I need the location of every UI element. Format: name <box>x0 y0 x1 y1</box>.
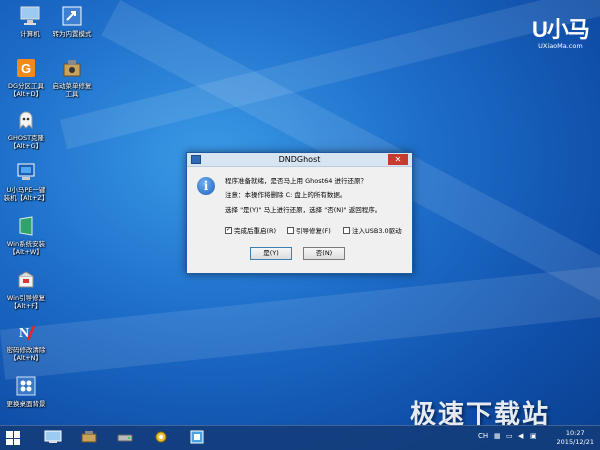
start-button[interactable] <box>6 431 20 445</box>
reboot-checkbox[interactable]: ✓ 完成后重启(R) <box>225 225 276 235</box>
close-button[interactable]: ✕ <box>388 154 408 165</box>
windows-logo-icon <box>13 438 20 445</box>
dialog-titlebar[interactable]: DNDGhost ✕ <box>187 153 412 167</box>
tray-display-icon[interactable]: ▭ <box>506 432 513 440</box>
windows-logo-icon <box>6 438 13 445</box>
taskbar-app-icon[interactable] <box>186 430 208 447</box>
clock-time: 10:27 <box>565 429 585 437</box>
brand-logo-url: UXiaoMa.com <box>538 42 583 50</box>
dialog-message-line2: 注意：本操作将删除 C: 盘上的所有数据。 <box>225 191 347 199</box>
wallpaper-ray <box>0 256 600 380</box>
taskbar-tool-icon[interactable] <box>78 430 100 447</box>
checkbox-label: 注入USB3.0驱动 <box>352 227 402 235</box>
svg-text:G: G <box>21 61 31 76</box>
checkbox-label: 引导修复(F) <box>296 227 331 235</box>
info-icon: i <box>197 177 215 195</box>
desktop-icon-label: 启动菜单修复 工具 <box>52 82 92 98</box>
desktop-icon-boot-menu-repair[interactable]: 启动菜单修复 工具 <box>44 56 100 98</box>
windows-logo-icon <box>6 431 13 438</box>
desktop-icon-label: 密码修改清除 【Alt+N】 <box>6 346 46 362</box>
brand-logo-text: U小马 <box>532 17 590 42</box>
desktop-icon-win-install[interactable]: Win系统安装 【Alt+W】 <box>0 214 54 256</box>
boot-repair-icon <box>60 56 84 80</box>
brand-logo: U小马 UXiaoMa.com <box>532 12 590 50</box>
usb3-driver-checkbox[interactable]: 注入USB3.0驱动 <box>343 225 402 235</box>
password-icon: N <box>14 320 38 344</box>
desktop-icon-builtin-mode[interactable]: 转为内置模式 <box>44 4 100 38</box>
desktop-icon-win-boot-fix[interactable]: Win引导修复 【Alt+F】 <box>0 268 54 310</box>
input-language-indicator[interactable]: CH <box>478 432 488 440</box>
desktop-icon-label: Win引导修复 【Alt+F】 <box>6 294 46 310</box>
desktop-icon-password-clear[interactable]: N 密码修改清除 【Alt+N】 <box>0 320 54 362</box>
dialog-message-line1: 程序准备就绪，是否马上用 Ghost64 进行还原？ <box>225 177 367 185</box>
wallpaper-icon <box>14 374 38 398</box>
no-button[interactable]: 否(N) <box>303 247 345 260</box>
ghost-icon <box>14 108 38 132</box>
taskbar-computer-icon[interactable] <box>42 430 64 447</box>
dialog-message-line3: 选择 "是(Y)" 马上进行还原，选择 "否(N)" 返回程序。 <box>225 206 382 214</box>
tray-volume-icon[interactable]: ◀ <box>518 432 523 440</box>
desktop-icon-label: 转为内置模式 <box>52 30 92 38</box>
desktop-icon-ghost[interactable]: GHOST克隆 【Alt+G】 <box>0 108 54 150</box>
installer-icon <box>14 160 38 184</box>
taskbar-disk-icon[interactable] <box>114 430 136 447</box>
desktop-icon-label: 更换桌面背景 <box>6 400 46 408</box>
checkbox-box[interactable] <box>343 226 350 234</box>
win-boot-fix-icon <box>14 268 38 292</box>
desktop-icon-one-click-install[interactable]: U小马PE一键 装机【Alt+Z】 <box>0 160 54 202</box>
taskbar-clock[interactable]: 10:27 2015/12/21 <box>557 429 594 447</box>
win-install-icon <box>14 214 38 238</box>
windows-logo-icon <box>13 431 20 438</box>
tray-network-icon[interactable]: ▦ <box>494 432 501 440</box>
desktop-icon-label: Win系统安装 【Alt+W】 <box>6 240 46 256</box>
boot-repair-checkbox[interactable]: 引导修复(F) <box>287 225 331 235</box>
dndghost-dialog: DNDGhost ✕ i 程序准备就绪，是否马上用 Ghost64 进行还原？ … <box>186 152 413 274</box>
desktop-icon-label: U小马PE一键 装机【Alt+Z】 <box>3 186 49 202</box>
desktop-icon-label: GHOST克隆 【Alt+G】 <box>7 134 45 150</box>
checkbox-box[interactable] <box>287 226 294 234</box>
partition-tool-icon: G <box>14 56 38 80</box>
tray-power-icon[interactable]: ▣ <box>530 432 537 440</box>
checkbox-box[interactable]: ✓ <box>225 226 232 234</box>
dialog-title: DNDGhost <box>278 155 321 164</box>
taskbar-settings-icon[interactable] <box>150 430 172 447</box>
checkbox-label: 完成后重启(R) <box>234 227 277 235</box>
computer-icon <box>18 4 42 28</box>
yes-button[interactable]: 是(Y) <box>250 247 292 260</box>
clock-date: 2015/12/21 <box>556 438 594 446</box>
shortcut-icon <box>60 4 84 28</box>
taskbar: CH ▦ ▭ ◀ ▣ 10:27 2015/12/21 <box>0 425 600 450</box>
desktop-icon-change-wallpaper[interactable]: 更换桌面背景 <box>0 374 54 408</box>
